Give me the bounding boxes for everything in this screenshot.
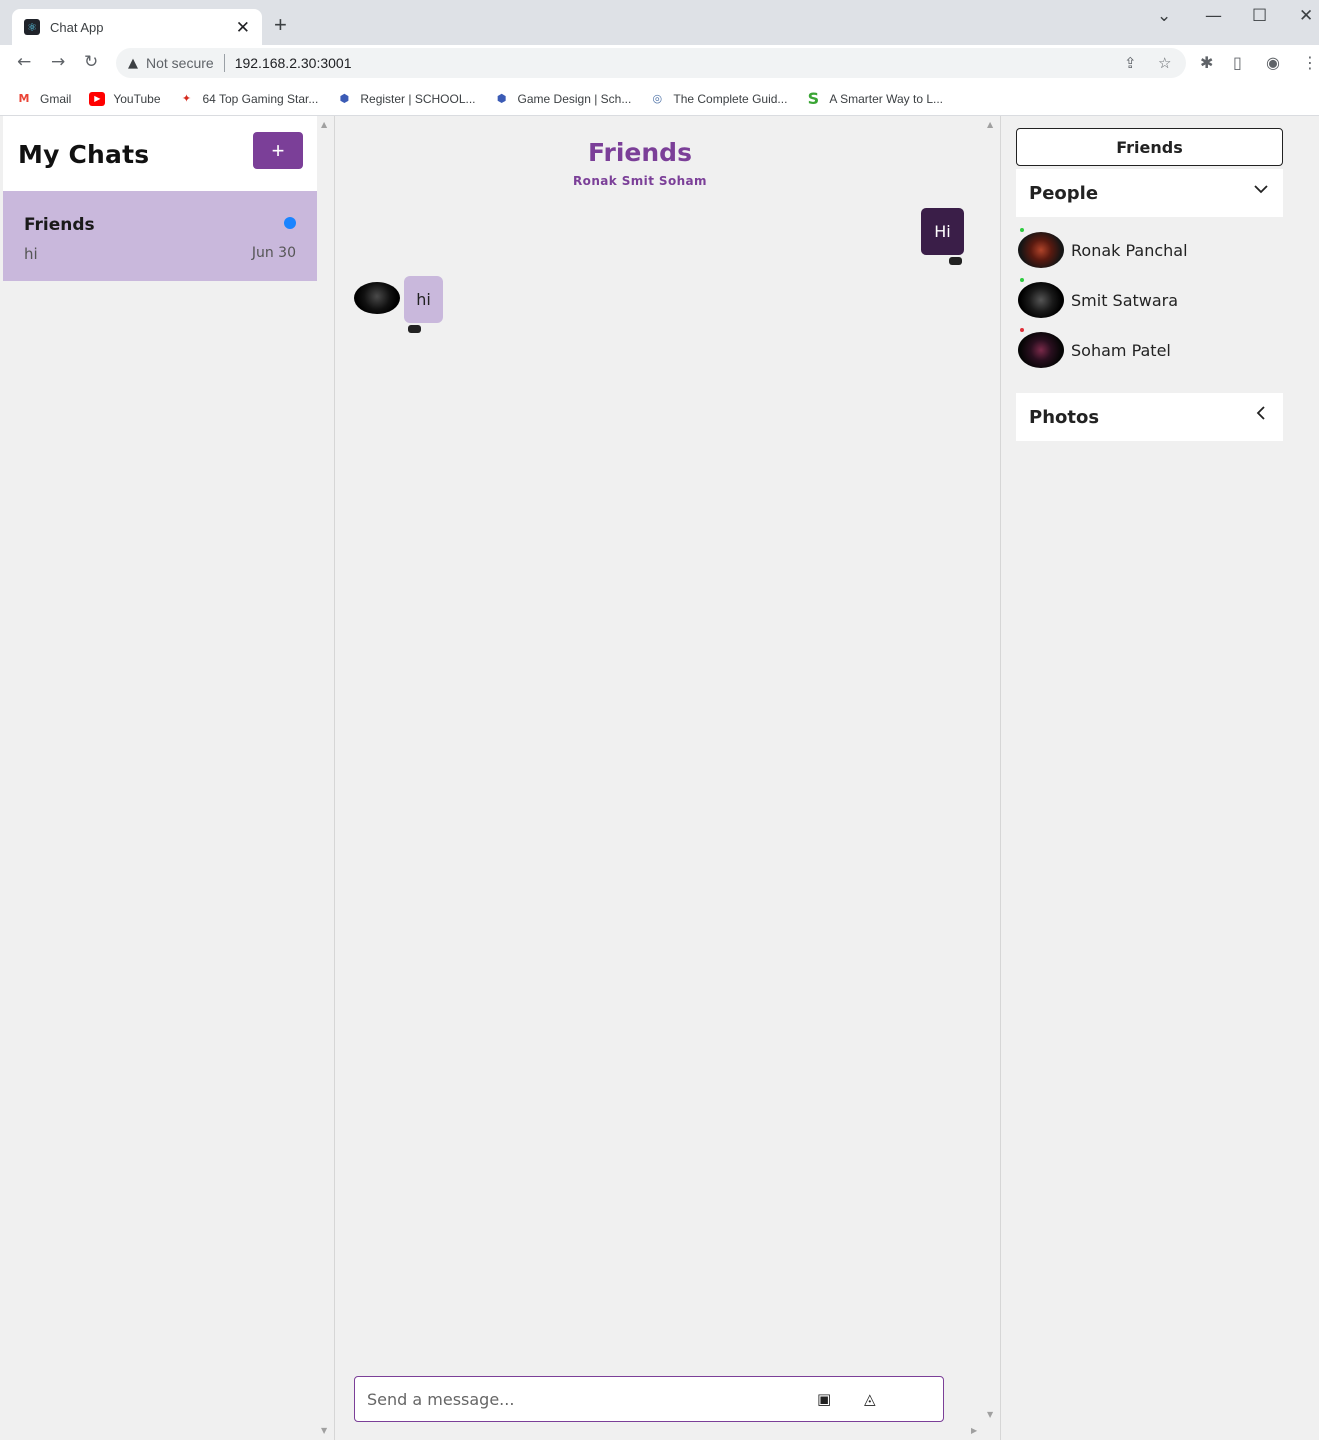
school-hexagon-icon: ⬢ bbox=[496, 92, 507, 105]
send-icon[interactable]: ◬ bbox=[864, 1390, 876, 1408]
online-status-dot bbox=[1020, 228, 1024, 232]
bookmark-gmail[interactable]: M Gmail bbox=[16, 91, 72, 106]
maximize-icon[interactable]: ☐ bbox=[1252, 6, 1267, 26]
new-tab-icon[interactable]: + bbox=[274, 14, 287, 36]
person-row[interactable]: Smit Satwara bbox=[1018, 278, 1283, 320]
bookmark-label: The Complete Guid... bbox=[673, 91, 788, 106]
s-logo-icon: S bbox=[807, 89, 820, 108]
chat-date: Jun 30 bbox=[251, 245, 296, 261]
bookmark-gaming[interactable]: ✦ 64 Top Gaming Star... bbox=[179, 91, 319, 106]
side-panel-icon[interactable]: ▯ bbox=[1233, 53, 1242, 72]
my-chats-header: My Chats + bbox=[3, 116, 317, 191]
conversation-members: Ronak Smit Soham bbox=[573, 174, 707, 188]
online-status-dot bbox=[1020, 278, 1024, 282]
tab-title: Chat App bbox=[50, 19, 104, 35]
minimize-icon[interactable]: — bbox=[1205, 6, 1222, 26]
person-avatar bbox=[1018, 232, 1064, 268]
forward-icon[interactable]: → bbox=[51, 52, 65, 72]
scroll-right-icon[interactable]: ▶ bbox=[971, 1426, 977, 1435]
tab-search-icon[interactable]: ⌄ bbox=[1157, 6, 1171, 26]
school-hexagon-icon: ⬢ bbox=[339, 92, 350, 105]
close-tab-icon[interactable]: ✕ bbox=[236, 19, 250, 36]
message-composer: ▣ ◬ bbox=[354, 1376, 944, 1422]
message-input[interactable] bbox=[367, 1385, 787, 1413]
bookmarks-bar: M Gmail ▶ YouTube ✦ 64 Top Gaming Star..… bbox=[0, 82, 1319, 116]
browser-toolbar: ← → ↻ ▲ Not secure 192.168.2.30:3001 ⇪ ☆… bbox=[0, 45, 1319, 82]
menu-icon[interactable]: ⋮ bbox=[1302, 53, 1318, 72]
bookmark-youtube[interactable]: ▶ YouTube bbox=[89, 91, 161, 106]
photos-accordion-header[interactable]: Photos bbox=[1016, 393, 1283, 441]
unread-dot bbox=[284, 217, 296, 229]
person-row[interactable]: Soham Patel bbox=[1018, 328, 1283, 370]
react-favicon-icon: ⚛ bbox=[24, 19, 40, 35]
bookmark-complete-guide[interactable]: ◎ The Complete Guid... bbox=[649, 91, 788, 106]
bookmark-label: 64 Top Gaming Star... bbox=[202, 91, 319, 106]
gmail-icon: M bbox=[18, 92, 30, 105]
chevron-left-icon bbox=[1253, 405, 1269, 426]
person-avatar bbox=[1018, 332, 1064, 368]
bookmark-label: Register | SCHOOL... bbox=[360, 91, 476, 106]
read-receipt-avatar bbox=[949, 257, 962, 265]
chat-details-panel: Friends People Ronak Panchal Smit Satwar… bbox=[1001, 116, 1319, 1440]
chat-name: Friends bbox=[24, 215, 95, 235]
message-bubble-incoming: hi bbox=[404, 276, 443, 323]
image-attach-icon[interactable]: ▣ bbox=[817, 1390, 831, 1408]
extensions-icon[interactable]: ✱ bbox=[1200, 53, 1213, 72]
reload-icon[interactable]: ↻ bbox=[84, 52, 98, 72]
back-icon[interactable]: ← bbox=[17, 52, 31, 72]
last-message: hi bbox=[24, 245, 38, 263]
people-accordion-header[interactable]: People bbox=[1016, 169, 1283, 217]
sidebar-scrollbar[interactable]: ▲ ▼ bbox=[318, 116, 333, 1440]
people-label: People bbox=[1029, 182, 1099, 204]
conversation-panel: Friends Ronak Smit Soham Hi hi ▣ ◬ ▲ ▼ ▶ bbox=[335, 116, 993, 1440]
bookmark-label: A Smarter Way to L... bbox=[829, 91, 944, 106]
profile-icon[interactable]: ◉ bbox=[1266, 53, 1280, 72]
read-receipt-avatar bbox=[408, 325, 421, 333]
bookmark-star-icon[interactable]: ☆ bbox=[1158, 54, 1171, 72]
person-name: Smit Satwara bbox=[1071, 291, 1179, 310]
bookmark-register[interactable]: ⬢ Register | SCHOOL... bbox=[336, 91, 476, 106]
bookmark-label: Game Design | Sch... bbox=[517, 91, 632, 106]
url-separator bbox=[223, 54, 225, 72]
share-icon[interactable]: ⇪ bbox=[1124, 54, 1137, 72]
my-chats-panel: My Chats + Friends hi Jun 30 bbox=[3, 116, 317, 1440]
sender-avatar[interactable] bbox=[354, 282, 400, 314]
person-row[interactable]: Ronak Panchal bbox=[1018, 228, 1283, 270]
conversation-title: Friends bbox=[588, 138, 692, 167]
url-text[interactable]: 192.168.2.30:3001 bbox=[235, 55, 352, 71]
chat-app: My Chats + Friends hi Jun 30 ▲ ▼ Friends… bbox=[0, 116, 1319, 1440]
youtube-icon: ▶ bbox=[89, 91, 106, 106]
scroll-up-icon[interactable]: ▲ bbox=[987, 120, 993, 129]
scroll-down-icon[interactable]: ▼ bbox=[987, 1410, 993, 1419]
my-chats-title: My Chats bbox=[18, 140, 150, 169]
offline-status-dot bbox=[1020, 328, 1024, 332]
scroll-down-icon[interactable]: ▼ bbox=[321, 1426, 327, 1435]
bookmark-smarter-way[interactable]: S A Smarter Way to L... bbox=[805, 89, 944, 108]
browser-tab[interactable]: ⚛ Chat App ✕ bbox=[12, 9, 262, 45]
person-name: Ronak Panchal bbox=[1071, 241, 1188, 260]
close-window-icon[interactable]: ✕ bbox=[1299, 6, 1313, 26]
person-name: Soham Patel bbox=[1071, 341, 1171, 360]
person-avatar bbox=[1018, 282, 1064, 318]
gamepad-icon: ◎ bbox=[652, 92, 663, 105]
bookmark-label: YouTube bbox=[113, 91, 161, 106]
bookmark-label: Gmail bbox=[40, 91, 72, 106]
security-label[interactable]: Not secure bbox=[146, 55, 214, 71]
new-group-chat-button[interactable]: + bbox=[253, 132, 303, 169]
maple-leaf-icon: ✦ bbox=[181, 92, 192, 105]
photos-label: Photos bbox=[1029, 406, 1100, 428]
chevron-down-icon bbox=[1253, 181, 1269, 202]
bookmark-game-design[interactable]: ⬢ Game Design | Sch... bbox=[494, 92, 632, 106]
scroll-up-icon[interactable]: ▲ bbox=[321, 120, 327, 129]
address-bar[interactable]: ▲ Not secure 192.168.2.30:3001 ⇪ ☆ bbox=[116, 48, 1186, 78]
browser-tab-strip: ⚛ Chat App ✕ + ⌄ — ☐ ✕ bbox=[0, 0, 1319, 45]
chat-list-item-friends[interactable]: Friends hi Jun 30 bbox=[3, 191, 317, 281]
message-bubble-outgoing: Hi bbox=[921, 208, 964, 255]
warning-icon[interactable]: ▲ bbox=[128, 56, 138, 71]
group-name-button[interactable]: Friends bbox=[1016, 128, 1283, 166]
